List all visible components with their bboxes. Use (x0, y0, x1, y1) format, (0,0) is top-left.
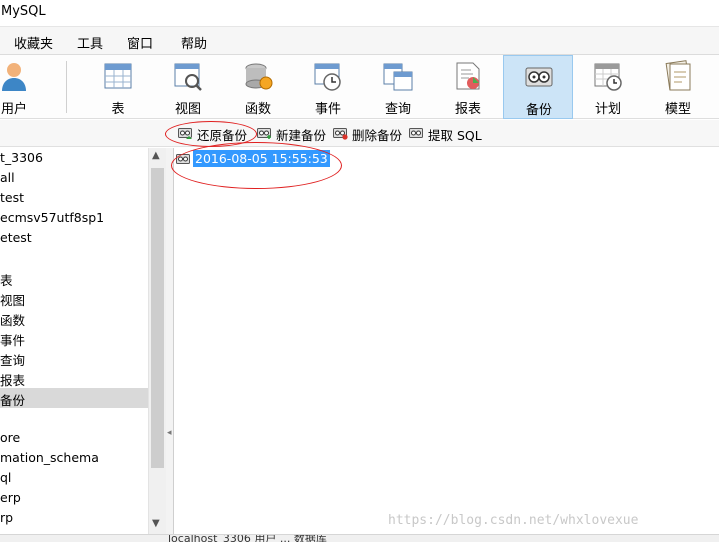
backup-name: 2016-08-05 15:55:53 (193, 150, 330, 167)
tree-item-views[interactable]: 视图 (0, 288, 148, 308)
tree-item-tables[interactable]: 表 (0, 268, 148, 288)
connection-tree: t_3306 all test ecmsv57utf8sp1 etest 表 视… (0, 148, 150, 534)
watermark: https://blog.csdn.net/whxlovexue (388, 513, 639, 528)
tool-event-label: 事件 (314, 102, 341, 117)
tree-item-queries[interactable]: 查询 (0, 348, 148, 368)
tool-function-label: 函数 (244, 102, 271, 117)
restore-backup-label: 还原备份 (197, 128, 248, 143)
status-text: localhost_3306 用户 ... 数据库 (168, 534, 327, 542)
tree-item[interactable]: ore (0, 428, 148, 448)
tool-schedule-label: 计划 (594, 102, 621, 117)
event-icon (314, 63, 341, 91)
new-backup-icon (257, 128, 271, 139)
tool-table-button[interactable]: 表 (83, 55, 153, 119)
tool-view-label: 视图 (174, 102, 201, 117)
scrollbar-thumb[interactable] (151, 168, 164, 468)
model-icon (665, 60, 691, 91)
tool-report-button[interactable]: 报表 (433, 55, 503, 119)
extract-sql-label: 提取 SQL (428, 128, 482, 143)
backup-list: 2016-08-05 15:55:53 (174, 148, 719, 534)
tree-item[interactable]: mation_schema (0, 448, 148, 468)
function-icon (245, 63, 273, 90)
restore-backup-icon (178, 128, 192, 139)
tree-item[interactable]: test (0, 188, 148, 208)
tree-item-functions[interactable]: 函数 (0, 308, 148, 328)
toolbar-separator (66, 61, 67, 113)
tree-scrollbar[interactable]: ▲ ▼ (148, 148, 166, 534)
title-bar: MySQL (0, 0, 719, 27)
scroll-up-icon[interactable]: ▲ (152, 150, 160, 161)
tree-item[interactable]: ql (0, 468, 148, 488)
report-icon (456, 62, 480, 90)
menu-bar: 收藏夹 工具 窗口 帮助 (0, 27, 719, 55)
tool-table-label: 表 (111, 102, 125, 117)
delete-backup-label: 删除备份 (352, 128, 403, 143)
tool-query-button[interactable]: 查询 (363, 55, 433, 119)
tree-item-connection[interactable]: t_3306 (0, 148, 148, 168)
tool-user-label: 用户 (0, 102, 27, 117)
delete-backup-icon (333, 128, 348, 140)
backup-action-bar: 还原备份 新建备份 删除备份 提取 SQL (0, 120, 719, 147)
tool-report-label: 报表 (454, 102, 481, 117)
main-toolbar: 用户 表 视图 函数 事件 查询 报表 备份 计划 模型 (0, 55, 719, 119)
new-backup-label: 新建备份 (276, 128, 327, 143)
tool-model-button[interactable]: 模型 (643, 55, 713, 119)
tool-user-button[interactable]: 用户 (0, 55, 49, 119)
menu-window[interactable]: 窗口 (127, 33, 153, 52)
user-icon (2, 63, 26, 91)
window-title: MySQL (1, 4, 46, 19)
menu-favorites[interactable]: 收藏夹 (14, 33, 53, 52)
tool-event-button[interactable]: 事件 (293, 55, 363, 119)
tree-item[interactable]: all (0, 168, 148, 188)
extract-sql-icon (409, 128, 423, 138)
pane-splitter[interactable]: ◂ (166, 148, 174, 534)
menu-tools[interactable]: 工具 (77, 33, 103, 52)
tool-schedule-button[interactable]: 计划 (573, 55, 643, 119)
backup-file-icon (176, 154, 190, 164)
tree-item-events[interactable]: 事件 (0, 328, 148, 348)
tree-item[interactable]: rp (0, 508, 148, 528)
tree-item[interactable]: etest (0, 228, 148, 248)
schedule-icon (594, 63, 622, 91)
tree-item-backups[interactable]: 备份 (0, 388, 148, 408)
tree-item-reports[interactable]: 报表 (0, 368, 148, 388)
splitter-grip-icon[interactable]: ◂ (167, 428, 172, 438)
tool-function-button[interactable]: 函数 (223, 55, 293, 119)
tool-backup-button[interactable]: 备份 (503, 55, 573, 119)
backup-icon (525, 67, 553, 87)
table-icon (104, 63, 132, 89)
status-bar: localhost_3306 用户 ... 数据库 (0, 534, 719, 542)
scroll-down-icon[interactable]: ▼ (152, 518, 160, 529)
tool-query-label: 查询 (384, 102, 411, 117)
tool-backup-label: 备份 (525, 103, 552, 118)
tree-item[interactable]: ecmsv57utf8sp1 (0, 208, 148, 228)
tool-model-label: 模型 (664, 102, 691, 117)
tree-item[interactable]: erp (0, 488, 148, 508)
menu-help[interactable]: 帮助 (181, 33, 207, 52)
query-icon (383, 63, 413, 91)
tool-view-button[interactable]: 视图 (153, 55, 223, 119)
view-icon (174, 63, 202, 91)
